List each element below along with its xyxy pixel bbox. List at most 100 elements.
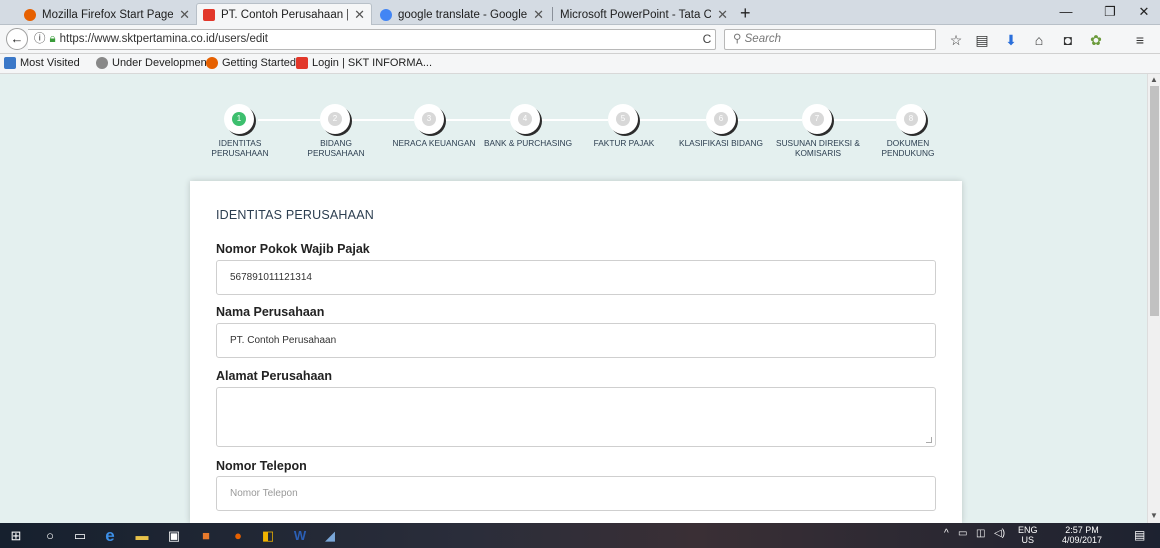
alamat-perusahaan-textarea[interactable] [216,387,936,447]
firefox-taskbar-icon[interactable]: ● [226,526,250,545]
step-circle: 5 [608,104,638,134]
bookmark-login-skt[interactable]: Login | SKT INFORMA... [296,57,432,69]
scrollbar[interactable]: ▲ ▼ [1147,74,1160,523]
close-icon[interactable]: ✕ [717,7,728,23]
tab-powerpoint[interactable]: Microsoft PowerPoint - Tata Car ✕ [554,4,734,25]
step-circle: 6 [706,104,736,134]
back-button[interactable]: ← [6,28,28,50]
step-label: NERACA KEUANGAN [392,138,476,148]
extension-icon[interactable]: ✿ [1086,31,1106,49]
step-connector [832,119,896,121]
restore-icon[interactable]: ❐ [1094,4,1126,20]
task-view-icon[interactable]: ▭ [68,526,92,545]
bookmark-label: Getting Started [222,57,296,69]
nomor-telepon-label: Nomor Telepon [216,459,307,473]
step-connector [540,119,608,121]
outlook-icon[interactable]: ■ [194,526,218,545]
step-number: 1 [232,112,246,126]
info-icon[interactable]: ⓘ [34,33,46,45]
resize-handle[interactable] [926,437,932,443]
tab-title: google translate - Google Se [398,8,528,21]
new-tab-button[interactable]: + [740,3,751,24]
step-number: 6 [714,112,728,126]
bookmark-icon [4,57,16,69]
word-icon[interactable]: W [288,526,312,545]
step-connector [350,119,414,121]
bookmark-label: Under Development [112,57,210,69]
minimize-icon[interactable]: — [1050,4,1082,19]
app-icon[interactable]: ◢ [318,526,342,545]
step-circle: 3 [414,104,444,134]
firefox-icon [206,57,218,69]
home-icon[interactable]: ⌂ [1029,31,1049,49]
reload-button[interactable]: C [696,29,718,50]
step-number: 5 [616,112,630,126]
file-explorer-icon[interactable]: ▬ [130,526,154,545]
volume-icon[interactable]: ◁) [994,528,1005,539]
edge-icon[interactable]: e [98,526,122,545]
navigation-bar: ← ⓘ 🔒︎ https://www.sktpertamina.co.id/user… [0,25,1160,54]
scroll-down-icon[interactable]: ▼ [1150,511,1158,520]
nomor-telepon-input[interactable]: Nomor Telepon [216,476,936,511]
close-icon[interactable]: ✕ [179,7,190,23]
tab-title: Mozilla Firefox Start Page [42,8,174,21]
battery-icon[interactable]: ▭ [958,528,967,539]
pertamina-icon [203,9,215,21]
close-icon[interactable]: ✕ [354,7,365,23]
tab-google-translate[interactable]: google translate - Google Se ✕ [374,4,550,25]
close-icon[interactable]: ✕ [533,7,544,23]
scroll-thumb[interactable] [1150,86,1159,316]
bookmark-most-visited[interactable]: Most Visited [4,57,80,69]
step-number: 2 [328,112,342,126]
step-label: BIDANG PERUSAHAAN [307,138,365,158]
windows-start-icon[interactable]: ⊞ [4,526,28,545]
menu-icon[interactable]: ≡ [1130,31,1150,49]
tab-title: PT. Contoh Perusahaan | SKT [221,9,348,21]
bookmark-under-development[interactable]: Under Development [96,57,210,69]
window-close-icon[interactable]: ✕ [1128,4,1160,20]
star-icon[interactable]: ☆ [946,31,966,49]
step-circle: 7 [802,104,832,134]
step-number: 7 [810,112,824,126]
pocket-icon[interactable]: ◘ [1058,31,1078,49]
url-bar[interactable]: ⓘ 🔒︎ https://www.sktpertamina.co.id/users/… [28,29,716,50]
google-icon [380,8,392,21]
search-input[interactable]: ⚲ Search [724,29,936,50]
step-circle: 4 [510,104,540,134]
step-label: DOKUMEN PENDUKUNG [881,138,935,158]
search-placeholder: Search [744,33,782,45]
clock[interactable]: 2:57 PM 4/09/2017 [1062,525,1102,545]
clock-date: 4/09/2017 [1062,535,1103,545]
store-icon[interactable]: ▣ [162,526,186,545]
npwp-input[interactable]: 567891011121314 [216,260,936,295]
bookmark-label: Login | SKT INFORMA... [312,57,433,69]
step-connector [444,119,510,121]
search-icon: ⚲ [733,33,745,45]
search-icon[interactable]: ○ [38,526,62,545]
scroll-up-icon[interactable]: ▲ [1150,75,1158,84]
language-indicator[interactable]: ENG US [1018,525,1038,545]
step-circle: 1 [224,104,254,134]
step-label: IDENTITAS PERUSAHAAN [211,138,269,158]
file-manager-icon[interactable]: ◧ [256,526,280,545]
firefox-icon [24,8,36,21]
step-label: BANK & PURCHASING [483,138,573,148]
nama-perusahaan-label: Nama Perusahaan [216,305,325,319]
globe-icon [96,57,108,69]
tab-skt[interactable]: PT. Contoh Perusahaan | SKT ✕ [196,3,372,26]
download-icon[interactable]: ⬇ [1001,31,1021,49]
notifications-icon[interactable]: ▤ [1134,528,1145,542]
tray-chevron-icon[interactable]: ^ [944,528,949,539]
tab-firefox-start[interactable]: Mozilla Firefox Start Page ✕ [18,4,196,25]
step-connector [638,119,706,121]
network-icon[interactable]: ◫ [976,528,985,539]
step-connector [258,119,320,121]
step-number: 8 [904,112,918,126]
bookmark-getting-started[interactable]: Getting Started [206,57,296,69]
reading-list-icon[interactable]: ▤ [972,31,992,49]
nama-perusahaan-input[interactable]: PT. Contoh Perusahaan [216,323,936,358]
alamat-perusahaan-label: Alamat Perusahaan [216,369,333,383]
step-label: SUSUNAN DIREKSI & KOMISARIS [776,138,860,158]
lock-icon: 🔒︎ [49,33,56,45]
tab-strip: Mozilla Firefox Start Page ✕ PT. Contoh … [0,0,1160,26]
